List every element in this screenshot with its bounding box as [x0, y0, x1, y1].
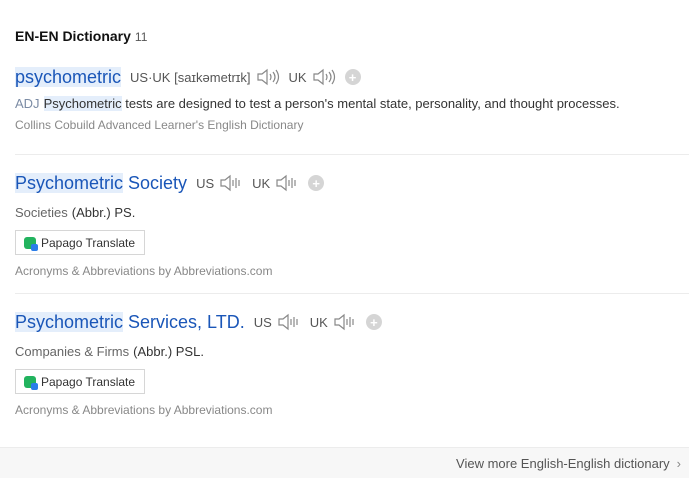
- speaker-icon[interactable]: [256, 68, 280, 86]
- definition-text: tests are designed to test a person's me…: [121, 96, 620, 111]
- section-title-text: EN-EN Dictionary: [15, 28, 131, 44]
- speaker-icon[interactable]: [219, 174, 243, 192]
- headword-row: Psychometric Services, LTD. US UK +: [15, 309, 689, 335]
- dictionary-entry: Psychometric Services, LTD. US UK + Comp…: [15, 309, 689, 417]
- definition-highlight: Psychometric: [43, 96, 122, 111]
- definition: ADJ Psychometric tests are designed to te…: [15, 96, 689, 111]
- view-more-label: View more English-English dictionary: [456, 456, 670, 471]
- speaker-icon[interactable]: [333, 313, 357, 331]
- papago-translate-button[interactable]: Papago Translate: [15, 230, 146, 255]
- headword-link[interactable]: psychometric: [15, 66, 122, 88]
- papago-logo-icon: [24, 375, 38, 390]
- add-wordbook-plus-icon[interactable]: +: [344, 69, 361, 85]
- headword-highlight: Psychometric: [15, 311, 124, 332]
- translate-row: Papago Translate: [15, 369, 689, 394]
- definition: Societies (Abbr.) PS.: [15, 205, 689, 220]
- pronunciation-uk: UK: [289, 68, 336, 86]
- translate-row: Papago Translate: [15, 230, 689, 255]
- part-of-speech: ADJ: [15, 96, 40, 111]
- definition: Companies & Firms (Abbr.) PSL.: [15, 344, 689, 359]
- footer-bar: View more English-English dictionary ›: [0, 447, 689, 478]
- pronunciation-us: US: [196, 174, 243, 192]
- source-label: Acronyms & Abbreviations by Abbreviation…: [15, 403, 273, 417]
- dictionary-entry: psychometric US·UK [saɪkəmetrɪk] UK + AD…: [15, 64, 689, 132]
- add-wordbook-plus-icon[interactable]: +: [308, 175, 325, 191]
- headword-rest: Services, LTD.: [123, 311, 245, 332]
- pronunciation-uk: UK: [252, 174, 299, 192]
- add-wordbook-plus-icon[interactable]: +: [365, 314, 382, 330]
- pronunciation-uk-label: UK: [288, 69, 307, 85]
- result-count: 11: [134, 30, 148, 44]
- papago-translate-label: Papago Translate: [41, 235, 136, 250]
- abbreviation-text: (Abbr.) PS.: [71, 205, 136, 220]
- headword-link[interactable]: Psychometric Services, LTD.: [15, 311, 245, 333]
- headword-row: Psychometric Society US UK +: [15, 170, 689, 196]
- pronunciation-uk-label: UK: [252, 175, 271, 191]
- pronunciation-uk: UK: [310, 313, 357, 331]
- source-label: Collins Cobuild Advanced Learner's Engli…: [15, 118, 304, 132]
- headword-link[interactable]: Psychometric Society: [15, 172, 188, 194]
- category-label: Societies: [15, 205, 68, 220]
- dictionary-entry: Psychometric Society US UK + Societies (A…: [15, 170, 689, 278]
- entry-divider: [15, 293, 689, 294]
- chevron-right-icon: ›: [676, 456, 681, 471]
- pronunciation-us-label: US: [196, 175, 215, 191]
- pronunciation-us-label: US: [253, 314, 272, 330]
- papago-logo-icon: [24, 236, 38, 251]
- entry-divider: [15, 154, 689, 155]
- view-more-link[interactable]: View more English-English dictionary ›: [456, 456, 681, 471]
- pronunciation-uk-label: UK: [309, 314, 328, 330]
- category-label: Companies & Firms: [15, 344, 130, 359]
- section-title: EN-EN Dictionary 11: [15, 28, 147, 44]
- speaker-icon[interactable]: [275, 174, 299, 192]
- speaker-icon[interactable]: [277, 313, 301, 331]
- pronunciation-us-label: US·UK [saɪkəmetrɪk]: [130, 69, 251, 85]
- source-label: Acronyms & Abbreviations by Abbreviation…: [15, 264, 273, 278]
- headword-rest: Society: [123, 172, 188, 193]
- papago-translate-button[interactable]: Papago Translate: [15, 369, 146, 394]
- headword-highlight: Psychometric: [15, 172, 124, 193]
- speaker-icon[interactable]: [312, 68, 336, 86]
- headword-highlight: psychometric: [15, 66, 122, 87]
- pronunciation-us: US: [254, 313, 301, 331]
- papago-translate-label: Papago Translate: [41, 374, 136, 389]
- headword-row: psychometric US·UK [saɪkəmetrɪk] UK +: [15, 64, 689, 90]
- abbreviation-text: (Abbr.) PSL.: [133, 344, 204, 359]
- pronunciation-us: US·UK [saɪkəmetrɪk]: [130, 68, 280, 86]
